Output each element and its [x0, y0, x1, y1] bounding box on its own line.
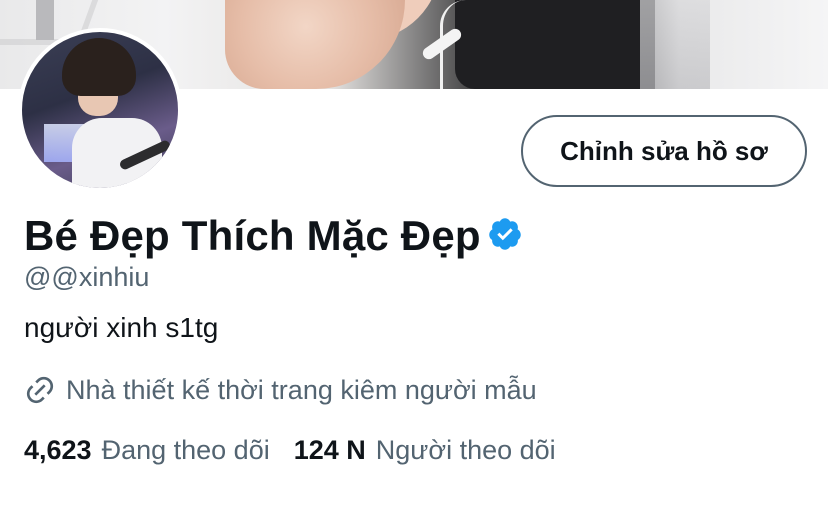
display-name-row: Bé Đẹp Thích Mặc Đẹp: [24, 208, 523, 264]
following-count: 4,623: [24, 434, 92, 465]
followers-label: Người theo dõi: [375, 434, 556, 465]
verified-badge-icon[interactable]: [487, 216, 523, 252]
avatar[interactable]: [18, 28, 182, 192]
follow-stats: 4,623 Đang theo dõi 124 N Người theo dõi: [24, 430, 556, 470]
link-icon: [26, 376, 54, 404]
display-name: Bé Đẹp Thích Mặc Đẹp: [24, 212, 481, 259]
banner-hand-shape: [225, 0, 405, 89]
avatar-hair-shape: [62, 38, 136, 96]
banner-chair-leg-shape: [36, 0, 54, 40]
edit-profile-button[interactable]: Chỉnh sửa hồ sơ: [521, 115, 807, 187]
following-label: Đang theo dõi: [101, 434, 270, 465]
followers-count: 124 N: [293, 434, 366, 465]
profession-text: Nhà thiết kế thời trang kiêm người mẫu: [66, 374, 537, 405]
profile-bio: người xinh s1tg: [24, 312, 219, 343]
following-stat[interactable]: 4,623 Đang theo dõi: [24, 435, 270, 466]
profession-row: Nhà thiết kế thời trang kiêm người mẫu: [24, 370, 537, 410]
banner-chair-right-shape: [640, 0, 710, 89]
followers-stat[interactable]: 124 N Người theo dõi: [294, 435, 556, 466]
user-handle: @@xinhiu: [24, 262, 150, 292]
banner-shirt-shape: [455, 0, 655, 89]
